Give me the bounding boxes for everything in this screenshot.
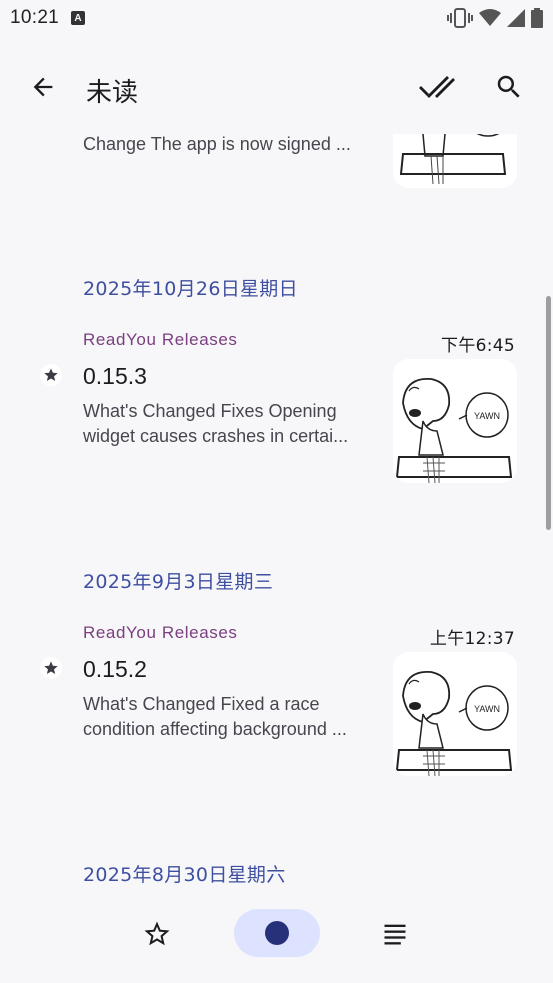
starred-marker [40,657,62,679]
starred-marker [40,364,62,386]
article-thumbnail: YAWN [393,652,517,776]
snoopy-image: YAWN [393,652,517,776]
article-description-line: widget causes crashes in certai... [83,426,349,446]
date-header: 2025年9月3日星期三 [83,571,274,593]
notification-icon: A [71,11,86,25]
battery-icon [531,8,543,28]
status-bar: 10:21 A [0,0,553,36]
wifi-icon [479,9,501,26]
back-button[interactable] [19,63,67,111]
speech-text: YAWN [474,411,500,421]
nav-all-button[interactable] [371,910,419,958]
top-app-bar: 未读 [0,52,553,122]
snoopy-image [393,134,517,188]
filled-circle-icon [265,921,289,945]
star-filled-icon [44,661,58,674]
feed-name: ReadYou Releases [83,330,238,349]
date-header: 2025年8月30日星期六 [83,864,286,886]
article-description-line: condition affecting background ... [83,719,347,739]
nav-unread-button[interactable] [234,909,320,957]
date-header: 2025年10月26日星期日 [83,278,298,300]
article-list[interactable]: Change The app is now signed ... 2025年10… [0,134,553,890]
feed-name: ReadYou Releases [83,623,238,642]
bottom-navigation [0,890,553,983]
mark-all-read-button[interactable] [412,63,460,111]
arrow-back-icon [33,77,53,97]
signal-icon [507,9,525,27]
article-title: 0.15.3 [83,363,147,389]
search-button[interactable] [485,63,533,111]
search-icon [497,75,520,98]
nav-starred-button[interactable] [133,910,181,958]
article-time: 下午6:45 [441,336,515,356]
scrollbar[interactable] [546,296,551,530]
page-title: 未读 [86,78,139,108]
star-outline-icon [144,921,170,946]
speech-text: YAWN [474,704,500,714]
article-description-line: What's Changed Fixed a race [83,694,320,714]
article-time: 上午12:37 [429,629,515,649]
article-title: 0.15.2 [83,656,147,682]
article-description: What's Changed Fixes Opening widget caus… [83,399,377,449]
article-description: What's Changed Fixed a race condition af… [83,692,377,742]
done-all-icon [419,76,455,98]
subject-lines-icon [384,924,406,945]
article-description: Change The app is now signed ... [83,134,351,154]
status-time: 10:21 [10,7,60,28]
article-description-line: What's Changed Fixes Opening [83,401,337,421]
article-thumbnail [393,134,517,188]
snoopy-image: YAWN [393,359,517,483]
star-filled-icon [44,368,58,381]
vibrate-icon [447,8,473,28]
article-thumbnail: YAWN [393,359,517,483]
